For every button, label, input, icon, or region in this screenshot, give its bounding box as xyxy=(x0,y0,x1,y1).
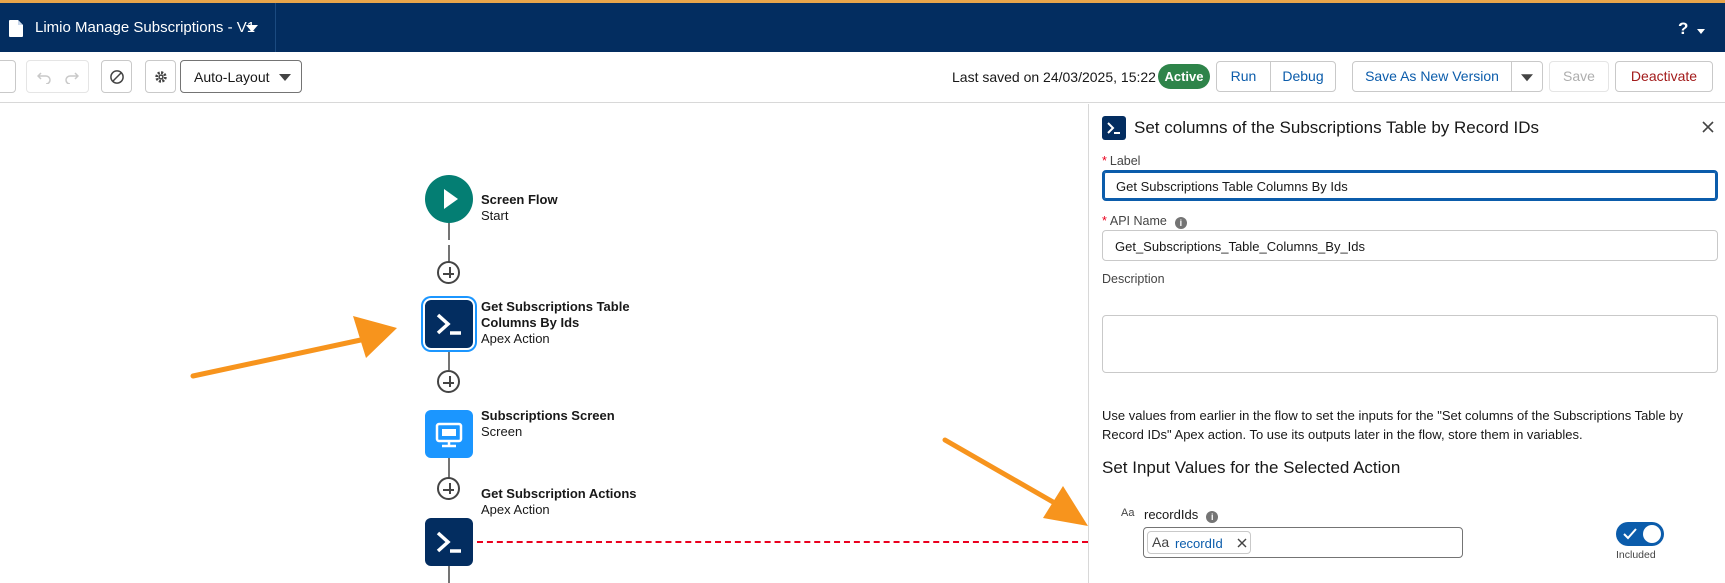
document-icon xyxy=(9,20,23,37)
flow-title: Limio Manage Subscriptions - V1 xyxy=(35,19,256,36)
api-name-input[interactable]: Get_Subscriptions_Table_Columns_By_Ids xyxy=(1102,230,1718,261)
check-icon xyxy=(1623,528,1637,540)
toolbar: Auto-Layout Last saved on 24/03/2025, 15… xyxy=(0,52,1725,103)
layout-select-value: Auto-Layout xyxy=(194,69,270,85)
apex-action-node-label: Get Subscription Actions Apex Action xyxy=(481,486,637,518)
node-title: Screen Flow xyxy=(481,192,558,207)
fault-connector-line xyxy=(477,541,1088,543)
node-subtitle: Apex Action xyxy=(481,331,550,346)
app-header: Limio Manage Subscriptions - V1 ? xyxy=(0,0,1725,52)
info-icon[interactable]: i xyxy=(1174,217,1187,229)
chevron-down-icon[interactable] xyxy=(1697,29,1705,34)
node-title: Subscriptions Screen xyxy=(481,408,615,423)
node-subtitle: Start xyxy=(481,208,509,223)
node-title: Get Subscription Actions xyxy=(481,486,637,501)
info-icon[interactable]: i xyxy=(1206,511,1219,523)
add-element-button[interactable] xyxy=(437,261,460,284)
value-pill[interactable]: Aa recordId xyxy=(1147,531,1251,554)
description-field-label: Description xyxy=(1102,272,1165,286)
apex-action-node[interactable] xyxy=(425,518,473,566)
annotation-arrow-icon xyxy=(190,316,397,379)
undo-redo-group xyxy=(26,60,89,93)
undo-icon[interactable] xyxy=(37,70,51,84)
apex-action-node-label: Get Subscriptions Table Columns By Ids A… xyxy=(481,299,651,347)
settings-button[interactable] xyxy=(145,60,176,93)
debug-button[interactable]: Debug xyxy=(1270,61,1336,92)
flow-builder: Limio Manage Subscriptions - V1 ? Auto-L… xyxy=(0,0,1725,583)
api-name-field-label: * API Name i xyxy=(1102,214,1187,229)
back-button[interactable] xyxy=(0,60,16,93)
flow-canvas[interactable]: Screen Flow Start Get Subscriptions Tabl… xyxy=(0,104,1088,583)
description-textarea[interactable] xyxy=(1102,315,1718,373)
disable-button[interactable] xyxy=(101,60,132,93)
toggle-knob xyxy=(1643,525,1661,543)
included-toggle[interactable] xyxy=(1616,522,1664,546)
add-element-button[interactable] xyxy=(437,477,460,500)
apex-action-icon xyxy=(1102,116,1126,140)
screen-node-label: Subscriptions Screen Screen xyxy=(481,408,615,440)
screen-node[interactable] xyxy=(425,410,473,458)
help-icon[interactable]: ? xyxy=(1678,19,1688,39)
properties-panel: Set columns of the Subscriptions Table b… xyxy=(1088,104,1725,583)
redo-icon[interactable] xyxy=(65,70,79,84)
text-type-icon: Aa xyxy=(1152,534,1170,550)
screen-icon xyxy=(435,422,463,448)
cancel-icon xyxy=(109,69,124,84)
start-node-label: Screen Flow Start xyxy=(481,192,558,224)
apex-action-icon xyxy=(436,313,461,335)
gear-icon xyxy=(154,70,167,83)
save-menu-button[interactable] xyxy=(1511,61,1543,92)
run-button[interactable]: Run xyxy=(1216,61,1271,92)
section-title: Set Input Values for the Selected Action xyxy=(1102,458,1401,477)
value-pill-label: recordId xyxy=(1175,536,1223,551)
panel-title: Set columns of the Subscriptions Table b… xyxy=(1134,118,1540,137)
help-text: Use values from earlier in the flow to s… xyxy=(1102,408,1684,442)
input-param-label: recordIds i xyxy=(1144,507,1219,523)
apex-action-node-selected[interactable] xyxy=(423,298,475,350)
apex-action-icon xyxy=(436,531,461,553)
deactivate-button[interactable]: Deactivate xyxy=(1615,61,1713,92)
close-icon[interactable] xyxy=(1701,120,1715,134)
save-as-new-version-button[interactable]: Save As New Version xyxy=(1352,61,1512,92)
node-subtitle: Screen xyxy=(481,424,523,439)
input-param-value-field[interactable]: Aa recordId xyxy=(1143,527,1463,558)
start-node[interactable] xyxy=(425,175,473,223)
save-button[interactable]: Save xyxy=(1549,61,1609,92)
node-title: Get Subscriptions Table Columns By Ids xyxy=(481,299,630,330)
chevron-down-icon xyxy=(1521,73,1533,81)
node-subtitle: Apex Action xyxy=(481,502,550,517)
chevron-down-icon[interactable] xyxy=(246,25,258,32)
chevron-down-icon xyxy=(279,74,291,81)
close-icon[interactable] xyxy=(1237,538,1247,548)
header-divider xyxy=(275,3,276,52)
text-type-icon: Aa xyxy=(1121,507,1135,519)
last-saved-text: Last saved on 24/03/2025, 15:22 xyxy=(952,69,1156,85)
label-field-label: * Label xyxy=(1102,154,1141,168)
connector-line xyxy=(448,566,450,583)
label-input[interactable]: Get Subscriptions Table Columns By Ids xyxy=(1102,170,1718,201)
status-badge: Active xyxy=(1158,64,1210,89)
layout-select[interactable]: Auto-Layout xyxy=(180,60,302,93)
toggle-label: Included xyxy=(1616,549,1656,561)
play-icon xyxy=(444,189,458,209)
annotation-arrow-icon xyxy=(942,437,1088,526)
add-element-button[interactable] xyxy=(437,370,460,393)
